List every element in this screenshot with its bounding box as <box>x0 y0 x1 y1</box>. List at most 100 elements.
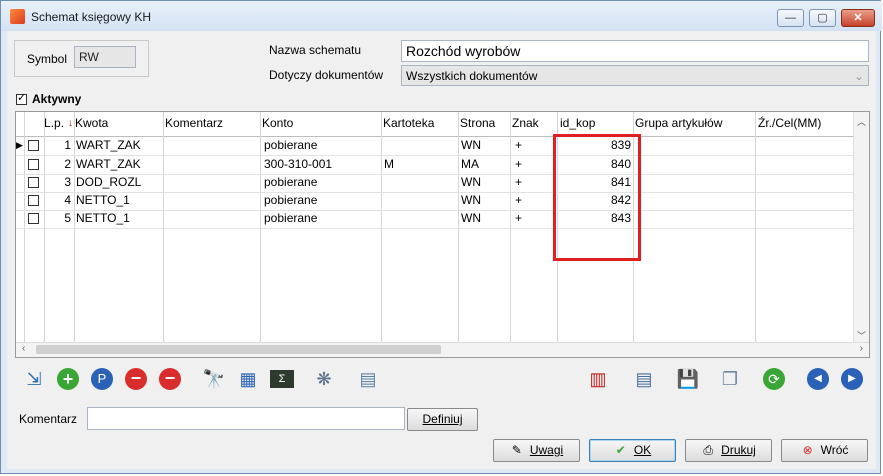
cell-lp: 5 <box>64 211 71 225</box>
display-icon: ▤ <box>359 368 377 389</box>
grid-header: L.p. ↓ Kwota Komentarz Konto Kartoteka S… <box>16 112 869 137</box>
drukuj-button[interactable]: ⎙ Drukuj <box>685 439 772 462</box>
header-komentarz[interactable]: Komentarz <box>165 116 223 130</box>
cell-kwota: WART_ZAK <box>76 138 141 152</box>
formula-icon: Σ <box>270 370 294 388</box>
add-button[interactable]: + <box>55 366 81 392</box>
close-button[interactable]: ✕ <box>841 9 875 27</box>
wroc-button[interactable]: ⊗ Wróć <box>781 439 868 462</box>
table-icon: ▦ <box>239 368 257 389</box>
cell-lp: 1 <box>64 138 71 152</box>
delete-confirm-button[interactable]: − <box>157 366 183 392</box>
table-button[interactable]: ▦ <box>235 366 261 392</box>
network-button[interactable]: ❋ <box>311 366 337 392</box>
dotyczy-label: Dotyczy dokumentów <box>269 68 384 82</box>
cell-kwota: WART_ZAK <box>76 157 141 171</box>
uwagi-label: Uwagi <box>529 443 564 457</box>
minimize-button[interactable]: — <box>777 9 804 27</box>
table-row[interactable]: 2 WART_ZAK 300-310-001 M MA + 840 <box>16 156 856 175</box>
note-icon: ✎ <box>511 443 522 457</box>
previous-button[interactable]: ◀ <box>805 366 831 392</box>
row-checkbox[interactable] <box>28 195 39 206</box>
cell-konto: pobierane <box>264 211 318 225</box>
uwagi-button[interactable]: ✎ Uwagi <box>493 439 580 462</box>
formula-button[interactable]: Σ <box>269 366 295 392</box>
import-button[interactable]: ⇲ <box>21 366 47 392</box>
header-znak[interactable]: Znak <box>512 116 539 130</box>
row-checkbox[interactable] <box>28 213 39 224</box>
app-icon <box>10 9 25 24</box>
row-checkbox[interactable] <box>28 177 39 188</box>
maximize-button[interactable]: ▢ <box>809 9 836 27</box>
window: Schemat księgowy KH — ▢ ✕ Symbol RW Nazw… <box>0 0 882 474</box>
symbol-label: Symbol <box>27 52 68 66</box>
header-id-kop[interactable]: id_kop <box>560 116 595 130</box>
table-row[interactable]: 5 NETTO_1 pobierane WN + 843 <box>16 210 856 229</box>
cell-konto: pobierane <box>264 138 318 152</box>
header-kartoteka[interactable]: Kartoteka <box>383 116 434 130</box>
table-row[interactable]: 3 DOD_ROZL pobierane WN + 841 <box>16 174 856 193</box>
cell-lp: 2 <box>64 157 71 171</box>
cell-lp: 3 <box>64 175 71 189</box>
ok-button[interactable]: ✔ OK <box>589 439 676 462</box>
header-grupa[interactable]: Grupa artykułów <box>635 116 722 130</box>
windows-button[interactable]: ❐ <box>717 366 743 392</box>
next-button[interactable]: ▶ <box>839 366 865 392</box>
chart-icon: ▥ <box>589 368 607 389</box>
cell-znak: + <box>515 157 523 171</box>
refresh-button[interactable]: ⟳ <box>761 366 787 392</box>
vertical-scrollbar[interactable]: ︿ ﹀ <box>853 112 869 344</box>
next-icon: ▶ <box>841 368 863 390</box>
minimize-icon: — <box>785 12 796 24</box>
edit-icon: P <box>91 368 113 390</box>
symbol-field[interactable]: RW <box>74 46 136 68</box>
cell-kwota: DOD_ROZL <box>76 175 142 189</box>
chevron-down-icon: ⌄ <box>853 69 864 83</box>
header-strona[interactable]: Strona <box>460 116 495 130</box>
komentarz-label: Komentarz <box>19 412 78 426</box>
definiuj-button[interactable]: Definiuj <box>407 408 478 431</box>
horizontal-scrollbar[interactable]: ‹ › <box>16 342 869 357</box>
cell-konto: pobierane <box>264 193 318 207</box>
dotyczy-select[interactable]: Wszystkich dokumentów ⌄ <box>401 65 869 86</box>
table-row[interactable]: ▶ 1 WART_ZAK pobierane WN + 839 <box>16 137 856 156</box>
delete-button[interactable]: − <box>123 366 149 392</box>
row-checkbox[interactable] <box>28 140 39 151</box>
previous-icon: ◀ <box>807 368 829 390</box>
save-button[interactable]: 💾 <box>675 366 701 392</box>
nazwa-field[interactable]: Rozchód wyrobów <box>401 40 869 62</box>
header-lp[interactable]: L.p. <box>44 116 64 130</box>
cell-strona: WN <box>461 193 481 207</box>
delete-confirm-icon: − <box>159 368 181 390</box>
aktywny-checkbox[interactable]: ✓ <box>16 92 27 105</box>
table-row[interactable]: 4 NETTO_1 pobierane WN + 842 <box>16 192 856 211</box>
scroll-left-icon[interactable]: ‹ <box>22 343 25 354</box>
scroll-up-icon[interactable]: ︿ <box>857 115 866 128</box>
ok-label: OK <box>633 443 652 457</box>
header-konto[interactable]: Konto <box>262 116 293 130</box>
dotyczy-value: Wszystkich dokumentów <box>406 69 538 83</box>
header-zr[interactable]: Źr./Cel(MM) <box>758 116 821 130</box>
search-button[interactable]: 🔭 <box>201 366 227 392</box>
cancel-icon: ⊗ <box>802 443 813 457</box>
chart-button[interactable]: ▥ <box>585 366 611 392</box>
row-checkbox[interactable] <box>28 159 39 170</box>
document-icon: ▤ <box>635 368 653 389</box>
scroll-down-icon[interactable]: ﹀ <box>857 329 866 342</box>
window-title: Schemat księgowy KH <box>31 10 152 24</box>
cell-znak: + <box>515 138 523 152</box>
display-button[interactable]: ▤ <box>355 366 381 392</box>
cell-strona: MA <box>461 157 479 171</box>
scroll-thumb[interactable] <box>36 345 441 354</box>
document-button[interactable]: ▤ <box>631 366 657 392</box>
edit-button[interactable]: P <box>89 366 115 392</box>
import-icon: ⇲ <box>26 368 42 389</box>
komentarz-field[interactable] <box>87 407 405 430</box>
nazwa-label: Nazwa schematu <box>269 43 362 57</box>
header-kwota[interactable]: Kwota <box>75 116 108 130</box>
schema-grid[interactable]: L.p. ↓ Kwota Komentarz Konto Kartoteka S… <box>15 111 870 358</box>
scroll-right-icon[interactable]: › <box>860 343 863 354</box>
refresh-icon: ⟳ <box>763 368 785 390</box>
windows-icon: ❐ <box>721 368 739 389</box>
checkmark-icon: ✔ <box>615 443 626 457</box>
